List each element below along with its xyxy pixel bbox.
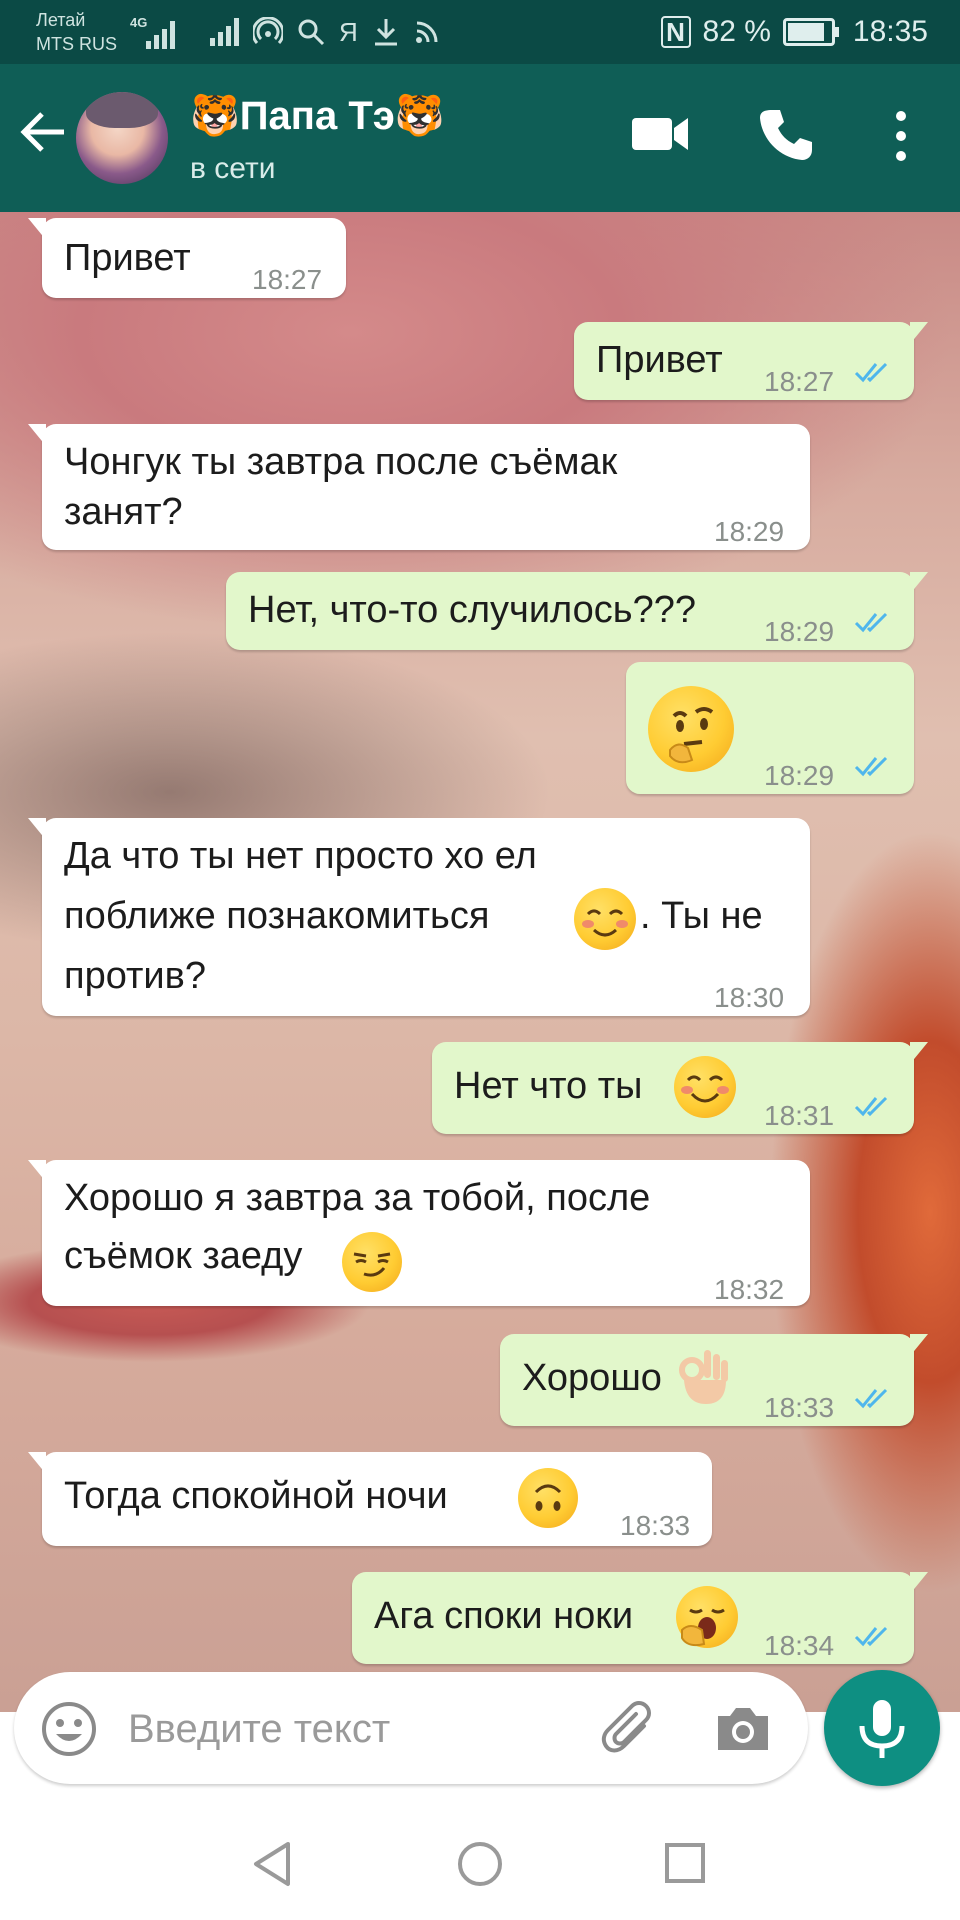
message-line: . Ты не (640, 895, 763, 937)
message-outgoing[interactable]: Ага споки ноки 18:34 (352, 1572, 928, 1664)
message-time: 18:29 (714, 516, 785, 547)
message-outgoing[interactable]: 18:29 (626, 662, 914, 794)
carrier-top: Летай (36, 10, 86, 30)
message-time: 18:30 (714, 982, 785, 1013)
bubble-tail (910, 1042, 928, 1064)
contact-status: в сети (190, 152, 276, 185)
message-composer (14, 1672, 808, 1784)
message-text: Хорошо (522, 1357, 662, 1399)
message-time: 18:32 (714, 1274, 785, 1305)
message-time: 18:27 (252, 264, 323, 295)
contact-name[interactable]: 🐯Папа Тэ🐯 (190, 92, 445, 139)
message-incoming[interactable]: Чонгук ты завтра после съёмак занят? 18:… (28, 424, 810, 550)
carrier-bottom: MTS RUS (36, 34, 117, 54)
chat-header: 🐯Папа Тэ🐯 в сети (0, 64, 960, 212)
message-line: поближе познакомиться (64, 895, 490, 937)
yawning-face-icon (676, 1586, 738, 1648)
message-incoming[interactable]: Тогда спокойной ночи 18:33 (28, 1452, 712, 1546)
bubble-tail (28, 1160, 46, 1182)
camera-icon[interactable] (714, 1702, 772, 1756)
signal-bars-icon (210, 18, 239, 46)
status-left-icons: 4G Я (130, 12, 440, 52)
rss-icon (415, 21, 438, 43)
message-line: Чонгук ты завтра после съёмак (64, 441, 618, 483)
message-text: Ага споки ноки (374, 1595, 634, 1637)
nav-recents-icon[interactable] (664, 1842, 706, 1884)
message-line: Да что ты нет просто хо ел (64, 835, 537, 877)
clock: 18:35 (852, 15, 928, 48)
search-icon (298, 19, 325, 46)
ok-hand-icon (679, 1350, 728, 1404)
status-right: N 82 % 18:35 (660, 10, 928, 54)
message-time: 18:29 (764, 616, 835, 647)
message-outgoing[interactable]: Нет что ты 18:31 (432, 1042, 928, 1134)
message-incoming[interactable]: Да что ты нет просто хо ел поближе позна… (28, 818, 810, 1016)
video-call-icon[interactable] (630, 112, 690, 156)
status-bar: Летай MTS RUS 4G Я N 82 % 18:35 (0, 0, 960, 64)
read-ticks-icon (854, 612, 888, 633)
message-time: 18:29 (764, 760, 835, 791)
bubble-tail (910, 1572, 928, 1594)
message-text: Тогда спокойной ночи (64, 1475, 448, 1517)
voice-record-button[interactable] (824, 1670, 940, 1786)
message-line: против? (64, 955, 206, 997)
message-text: Привет (596, 339, 723, 381)
message-line: съёмок заеду (64, 1235, 303, 1277)
read-ticks-icon (854, 1626, 888, 1647)
message-text: Привет (64, 237, 191, 279)
message-line: Хорошо я завтра за тобой, после (64, 1177, 651, 1219)
message-incoming[interactable]: Хорошо я завтра за тобой, после съёмок з… (28, 1160, 810, 1306)
bubble-tail (910, 572, 928, 594)
bubble-tail (910, 322, 928, 344)
download-icon (374, 19, 397, 46)
read-ticks-icon (854, 362, 888, 383)
bubble-tail (910, 1334, 928, 1356)
battery-icon (782, 18, 839, 46)
upside-down-face-icon (518, 1468, 578, 1528)
carrier-label: Летай MTS RUS (36, 8, 117, 56)
bubble-tail (28, 1452, 46, 1474)
system-nav-bar (0, 1806, 960, 1920)
message-text: Нет, что-то случилось??? (248, 589, 696, 631)
smiling-face-blush-icon (574, 888, 636, 950)
phone-call-icon[interactable] (758, 106, 814, 162)
message-line: занят? (64, 491, 183, 533)
back-arrow-icon[interactable] (14, 102, 74, 162)
message-input[interactable] (126, 1696, 600, 1762)
wifi-hotspot-icon (253, 17, 283, 45)
network-type: 4G (130, 15, 148, 30)
read-ticks-icon (854, 756, 888, 777)
message-time: 18:31 (764, 1100, 835, 1131)
nav-back-icon[interactable] (250, 1840, 294, 1888)
more-options-icon[interactable] (886, 108, 916, 164)
signal-bars-icon: 4G (130, 15, 184, 49)
avatar[interactable] (76, 92, 168, 184)
message-time: 18:33 (620, 1510, 691, 1541)
message-time: 18:33 (764, 1392, 835, 1423)
nav-home-icon[interactable] (456, 1840, 504, 1888)
message-incoming[interactable]: Привет 18:27 (28, 218, 346, 298)
read-ticks-icon (854, 1388, 888, 1409)
smirking-face-icon (342, 1232, 402, 1292)
read-ticks-icon (854, 1096, 888, 1117)
message-outgoing[interactable]: Нет, что-то случилось??? 18:29 (226, 572, 928, 650)
smiling-face-icon (674, 1056, 736, 1118)
message-text: Нет что ты (454, 1065, 643, 1107)
battery-percent: 82 % (702, 15, 771, 48)
nfc-icon: N (660, 16, 691, 48)
microphone-icon (859, 1700, 905, 1758)
yandex-icon: Я (339, 17, 358, 47)
bubble-tail (28, 424, 46, 446)
message-time: 18:27 (764, 366, 835, 397)
message-time: 18:34 (764, 1630, 835, 1661)
paperclip-icon[interactable] (600, 1698, 662, 1760)
message-outgoing[interactable]: Хорошо 18:33 (500, 1334, 928, 1426)
thinking-face-icon (648, 686, 734, 772)
bubble-tail (28, 818, 46, 840)
emoji-smiley-icon[interactable] (40, 1700, 98, 1758)
message-outgoing[interactable]: Привет 18:27 (574, 322, 928, 400)
bubble-tail (28, 218, 46, 240)
